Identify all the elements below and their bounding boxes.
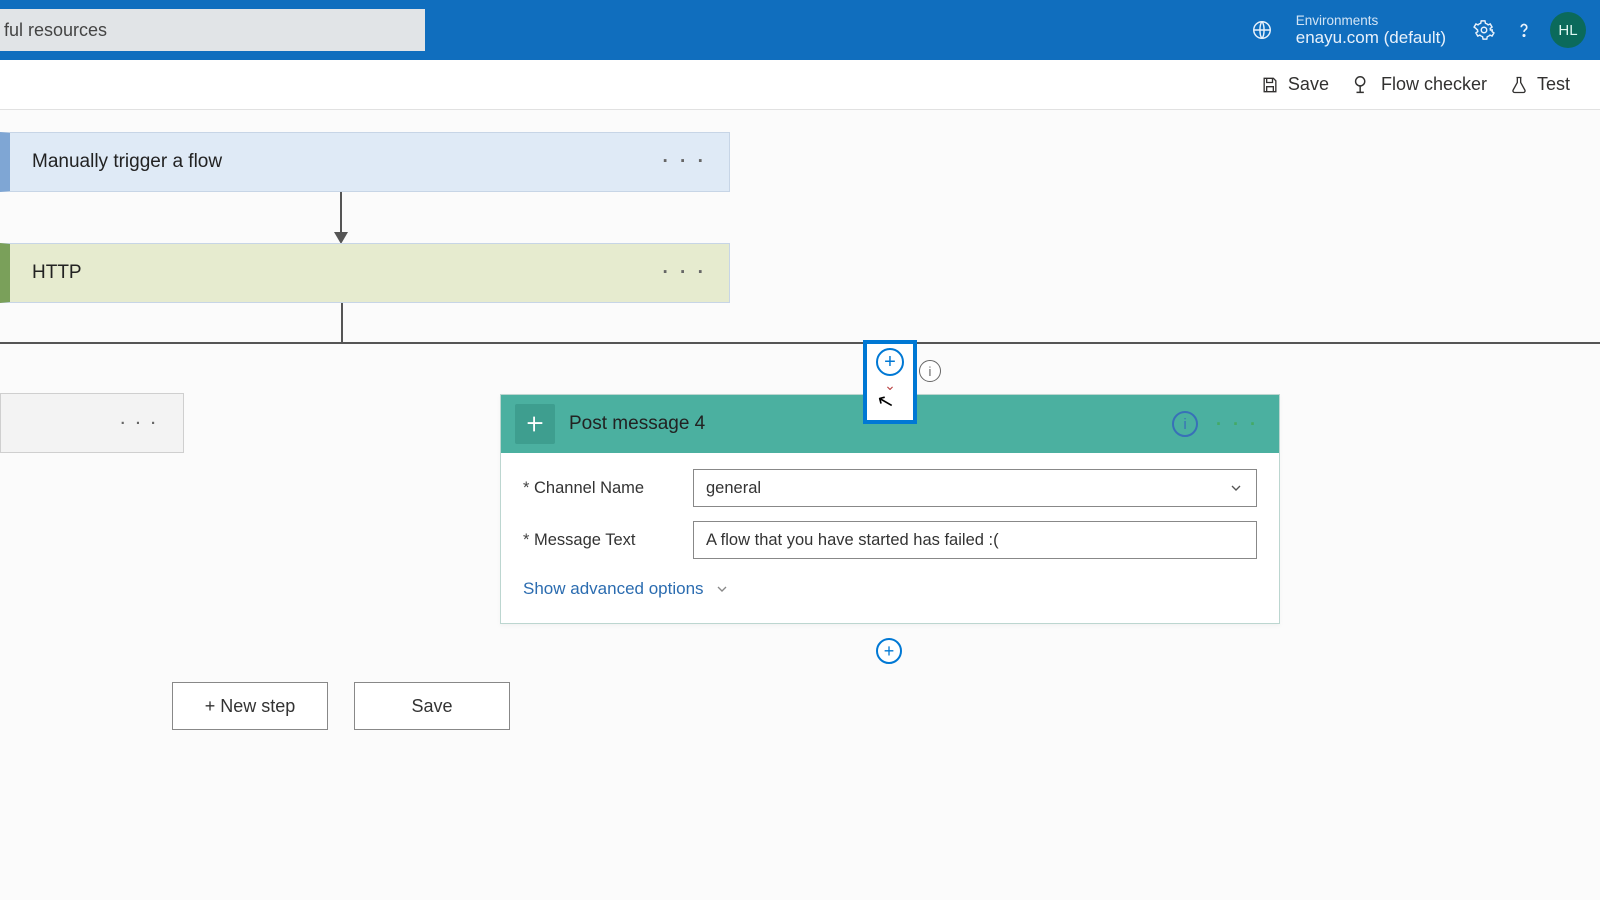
connector-line — [341, 303, 343, 343]
slack-icon — [515, 404, 555, 444]
connector-arrow — [340, 192, 342, 242]
environment-value: enayu.com (default) — [1296, 28, 1446, 48]
info-icon[interactable]: i — [919, 360, 941, 382]
globe-icon — [1242, 10, 1282, 50]
show-advanced-label: Show advanced options — [523, 579, 704, 599]
branch-left-more-icon[interactable]: · · · — [121, 415, 159, 432]
post-message-card: Post message 4 i · · · Channel Name gene… — [500, 394, 1280, 624]
save-label: Save — [1288, 74, 1329, 95]
flow-canvas[interactable]: Manually trigger a flow · · · HTTP · · ·… — [0, 110, 1600, 900]
environment-label: Environments — [1296, 13, 1446, 28]
help-icon[interactable] — [1504, 10, 1544, 50]
avatar[interactable]: HL — [1550, 12, 1586, 48]
show-advanced-toggle[interactable]: Show advanced options — [523, 573, 1257, 613]
flow-checker-label: Flow checker — [1381, 74, 1487, 95]
test-label: Test — [1537, 74, 1570, 95]
card-info-icon[interactable]: i — [1172, 411, 1198, 437]
branch-left-card[interactable]: · · · — [0, 393, 184, 453]
channel-name-select[interactable]: general — [693, 469, 1257, 507]
save-button[interactable]: Save — [1260, 74, 1329, 95]
channel-name-label: Channel Name — [523, 479, 693, 498]
insert-step-button[interactable]: + ⌄ ↖ — [863, 340, 917, 424]
http-card[interactable]: HTTP · · · — [0, 243, 730, 303]
chevron-down-icon — [1228, 480, 1244, 496]
flow-checker-button[interactable]: Flow checker — [1351, 74, 1487, 96]
top-bar: Environments enayu.com (default) HL — [0, 0, 1600, 60]
environment-picker[interactable]: Environments enayu.com (default) — [1242, 10, 1446, 50]
card-more-icon[interactable]: · · · — [1216, 414, 1259, 435]
message-text-label: Message Text — [523, 531, 693, 550]
chevron-down-icon — [714, 581, 730, 597]
http-more-icon[interactable]: · · · — [662, 262, 707, 284]
channel-name-value: general — [706, 479, 761, 498]
http-title: HTTP — [32, 262, 662, 284]
add-step-below-button[interactable]: + — [876, 638, 902, 664]
save-flow-button[interactable]: Save — [354, 682, 510, 730]
trigger-more-icon[interactable]: · · · — [662, 151, 707, 173]
test-button[interactable]: Test — [1509, 74, 1570, 95]
message-text-value: A flow that you have started has failed … — [706, 531, 999, 550]
command-bar: Save Flow checker Test — [0, 60, 1600, 110]
trigger-card[interactable]: Manually trigger a flow · · · — [0, 132, 730, 192]
branch-line — [0, 342, 1600, 344]
trigger-title: Manually trigger a flow — [32, 151, 662, 173]
settings-icon[interactable] — [1464, 10, 1504, 50]
plus-icon: + — [876, 348, 904, 376]
new-step-button[interactable]: + New step — [172, 682, 328, 730]
message-text-input[interactable]: A flow that you have started has failed … — [693, 521, 1257, 559]
search-box[interactable] — [0, 9, 425, 51]
search-input[interactable] — [4, 20, 415, 41]
